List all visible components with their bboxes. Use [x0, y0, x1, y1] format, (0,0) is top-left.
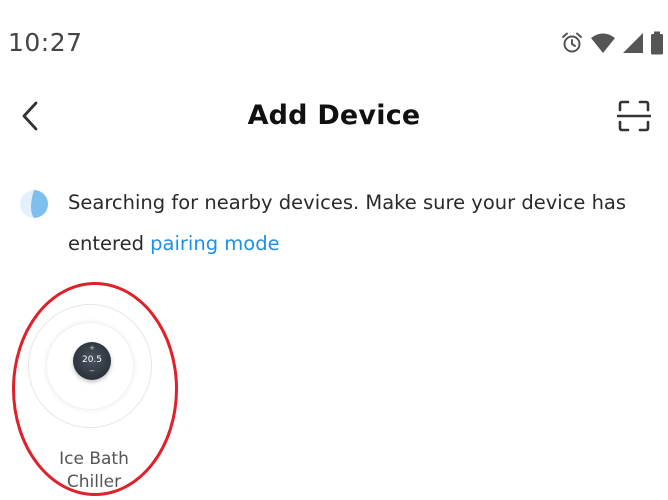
- scan-button[interactable]: [614, 98, 654, 138]
- battery-icon: [650, 31, 664, 55]
- status-time: 10:27: [8, 28, 83, 57]
- thermostat-device-image: + 20.5 −: [73, 342, 111, 380]
- device-display-reading: 20.5: [81, 355, 103, 365]
- scan-icon: [616, 99, 652, 137]
- alarm-icon: [560, 31, 584, 55]
- page-title: Add Device: [247, 100, 421, 131]
- signal-icon: [622, 32, 644, 54]
- device-card-ice-bath-chiller[interactable]: + 20.5 − Ice Bath Chiller: [24, 300, 164, 500]
- device-display-plus: +: [89, 344, 95, 352]
- status-icons: [560, 30, 664, 56]
- pairing-mode-link[interactable]: pairing mode: [150, 232, 279, 255]
- loading-spinner-icon: [18, 188, 50, 220]
- status-bar: 10:27: [0, 0, 668, 86]
- device-display-minus: −: [89, 367, 95, 375]
- wifi-icon: [590, 32, 616, 54]
- device-name: Ice Bath Chiller: [59, 449, 129, 492]
- search-message: Searching for nearby devices. Make sure …: [68, 182, 648, 264]
- header: Add Device: [0, 88, 668, 148]
